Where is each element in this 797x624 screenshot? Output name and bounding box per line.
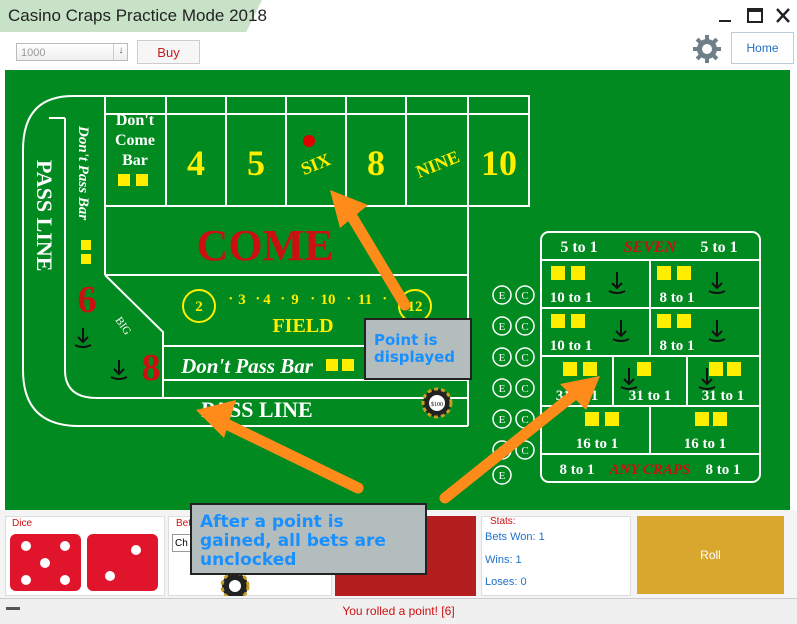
horn-odds[interactable]: 31 to 1 [702, 388, 745, 404]
hard-odds[interactable]: 8 to 1 [660, 290, 695, 306]
point-callout: Point is displayed [364, 318, 472, 380]
big-label: BIG [113, 315, 134, 337]
hard-odds[interactable]: 10 to 1 [550, 290, 593, 306]
ce-c-label: C [521, 290, 528, 302]
place-10[interactable]: 10 [481, 143, 517, 183]
come-label[interactable]: COME [197, 221, 334, 270]
svg-text:•: • [229, 294, 233, 305]
place-nine[interactable]: NINE [413, 146, 462, 181]
any-craps-left-odds: 8 to 1 [560, 462, 595, 478]
seven-right-odds: 5 to 1 [700, 239, 737, 256]
hard-odds[interactable]: 10 to 1 [550, 338, 593, 354]
title-bar: Casino Craps Practice Mode 2018 [0, 0, 797, 32]
svg-text:•: • [383, 294, 387, 305]
ce-c-label: C [521, 414, 528, 426]
ce-labels: E C E C E C E C E C E C E [499, 290, 529, 482]
table-layout: E C E C E C E C E C E C E PASS LINE Don't Pass… [22, 95, 761, 485]
ce-c-label: C [521, 383, 528, 395]
ce-e-label: E [499, 290, 506, 302]
field-12: 12 [408, 299, 423, 315]
seven-left-odds: 5 to 1 [560, 239, 597, 256]
ce-e-label: E [499, 321, 506, 333]
pass-line-label[interactable]: PASS LINE [201, 397, 312, 422]
any-craps-label[interactable]: ANY CRAPS [609, 462, 691, 478]
chip-icon: $100 [421, 387, 453, 419]
place-5[interactable]: 5 [247, 143, 265, 183]
big-8[interactable]: 8 [142, 347, 161, 389]
pass-line-vertical[interactable]: PASS LINE [32, 160, 57, 271]
field-11: 11 [358, 292, 372, 308]
buy-amount-input[interactable]: 1000 [16, 43, 128, 61]
die-two-icon [87, 534, 158, 591]
ce-e-label: E [499, 445, 506, 457]
place-six[interactable]: SIX [298, 149, 333, 179]
dont-pass-bar-label[interactable]: Don't Pass Bar [180, 354, 314, 378]
ce-c-label: C [521, 445, 528, 457]
window-title: Casino Craps Practice Mode 2018 [8, 6, 267, 25]
losses-text: Loses: 0 [485, 576, 527, 588]
svg-text:•: • [281, 294, 285, 305]
horn-odds[interactable]: 16 to 1 [576, 436, 619, 452]
svg-text:•: • [347, 294, 351, 305]
dont-come-bar-label: Don't [116, 112, 155, 129]
bets-won-text: Bets Won: 1 [485, 531, 545, 543]
svg-text:•: • [256, 294, 260, 305]
home-button[interactable]: Home [731, 32, 794, 64]
craps-table: E C E C E C E C E C E C E PASS LINE Don't Pass… [5, 70, 790, 510]
dont-pass-bar-vertical[interactable]: Don't Pass Bar [75, 125, 91, 220]
field-9: 9 [291, 292, 299, 308]
wins-text: Wins: 1 [485, 554, 522, 566]
maximize-icon[interactable] [742, 4, 768, 28]
minimize-icon[interactable] [712, 4, 738, 28]
dice-pair-icon [118, 174, 148, 186]
seven-label[interactable]: SEVEN [624, 239, 678, 256]
svg-text:•: • [311, 294, 315, 305]
app-window: Casino Craps Practice Mode 2018 1000 ↓ B… [0, 0, 797, 624]
place-4[interactable]: 4 [187, 143, 205, 183]
dont-come-bar-label: Bar [122, 152, 148, 169]
field-label[interactable]: FIELD [272, 315, 333, 337]
stats-label: Stats: [490, 516, 516, 527]
horn-odds[interactable]: 31 to 1 [629, 388, 672, 404]
field-4: 4 [263, 292, 271, 308]
big-6[interactable]: 6 [78, 279, 97, 321]
bet-label: Bet [176, 518, 192, 529]
place-8[interactable]: 8 [367, 143, 385, 183]
ce-e-label: E [499, 352, 506, 364]
ce-e-label: E [499, 383, 506, 395]
ce-c-label: C [521, 352, 528, 364]
ce-e-label: E [499, 470, 506, 482]
point-puck [303, 135, 315, 147]
close-icon[interactable] [770, 4, 796, 28]
dice-label: Dice [12, 518, 33, 529]
horn-odds[interactable]: 16 to 1 [684, 436, 727, 452]
chip-value: $100 [431, 401, 443, 408]
gear-icon[interactable] [692, 34, 722, 64]
ce-c-label: C [521, 321, 528, 333]
field-3: 3 [238, 292, 246, 308]
ce-e-label: E [499, 414, 506, 426]
field-2: 2 [195, 299, 203, 315]
dice-display [10, 534, 158, 591]
dont-come-bar-label: Come [115, 132, 155, 149]
horn-odds[interactable]: 31 to 1 [556, 388, 599, 404]
amount-spinner[interactable]: ↓ [113, 44, 128, 60]
status-bar: You rolled a point! [6] [0, 598, 797, 624]
status-message: You rolled a point! [6] [342, 604, 455, 618]
field-10: 10 [321, 292, 336, 308]
roll-button[interactable]: Roll [637, 516, 784, 594]
bet-marker-icon [74, 328, 128, 380]
dice-pair-icon [81, 240, 91, 264]
hard-odds[interactable]: 8 to 1 [660, 338, 695, 354]
die-five-icon [10, 534, 81, 591]
dice-pair-icon [326, 359, 354, 371]
unlock-callout: After a point is gained, all bets are un… [190, 503, 427, 575]
buy-button[interactable]: Buy [137, 40, 200, 64]
any-craps-right-odds: 8 to 1 [706, 462, 741, 478]
